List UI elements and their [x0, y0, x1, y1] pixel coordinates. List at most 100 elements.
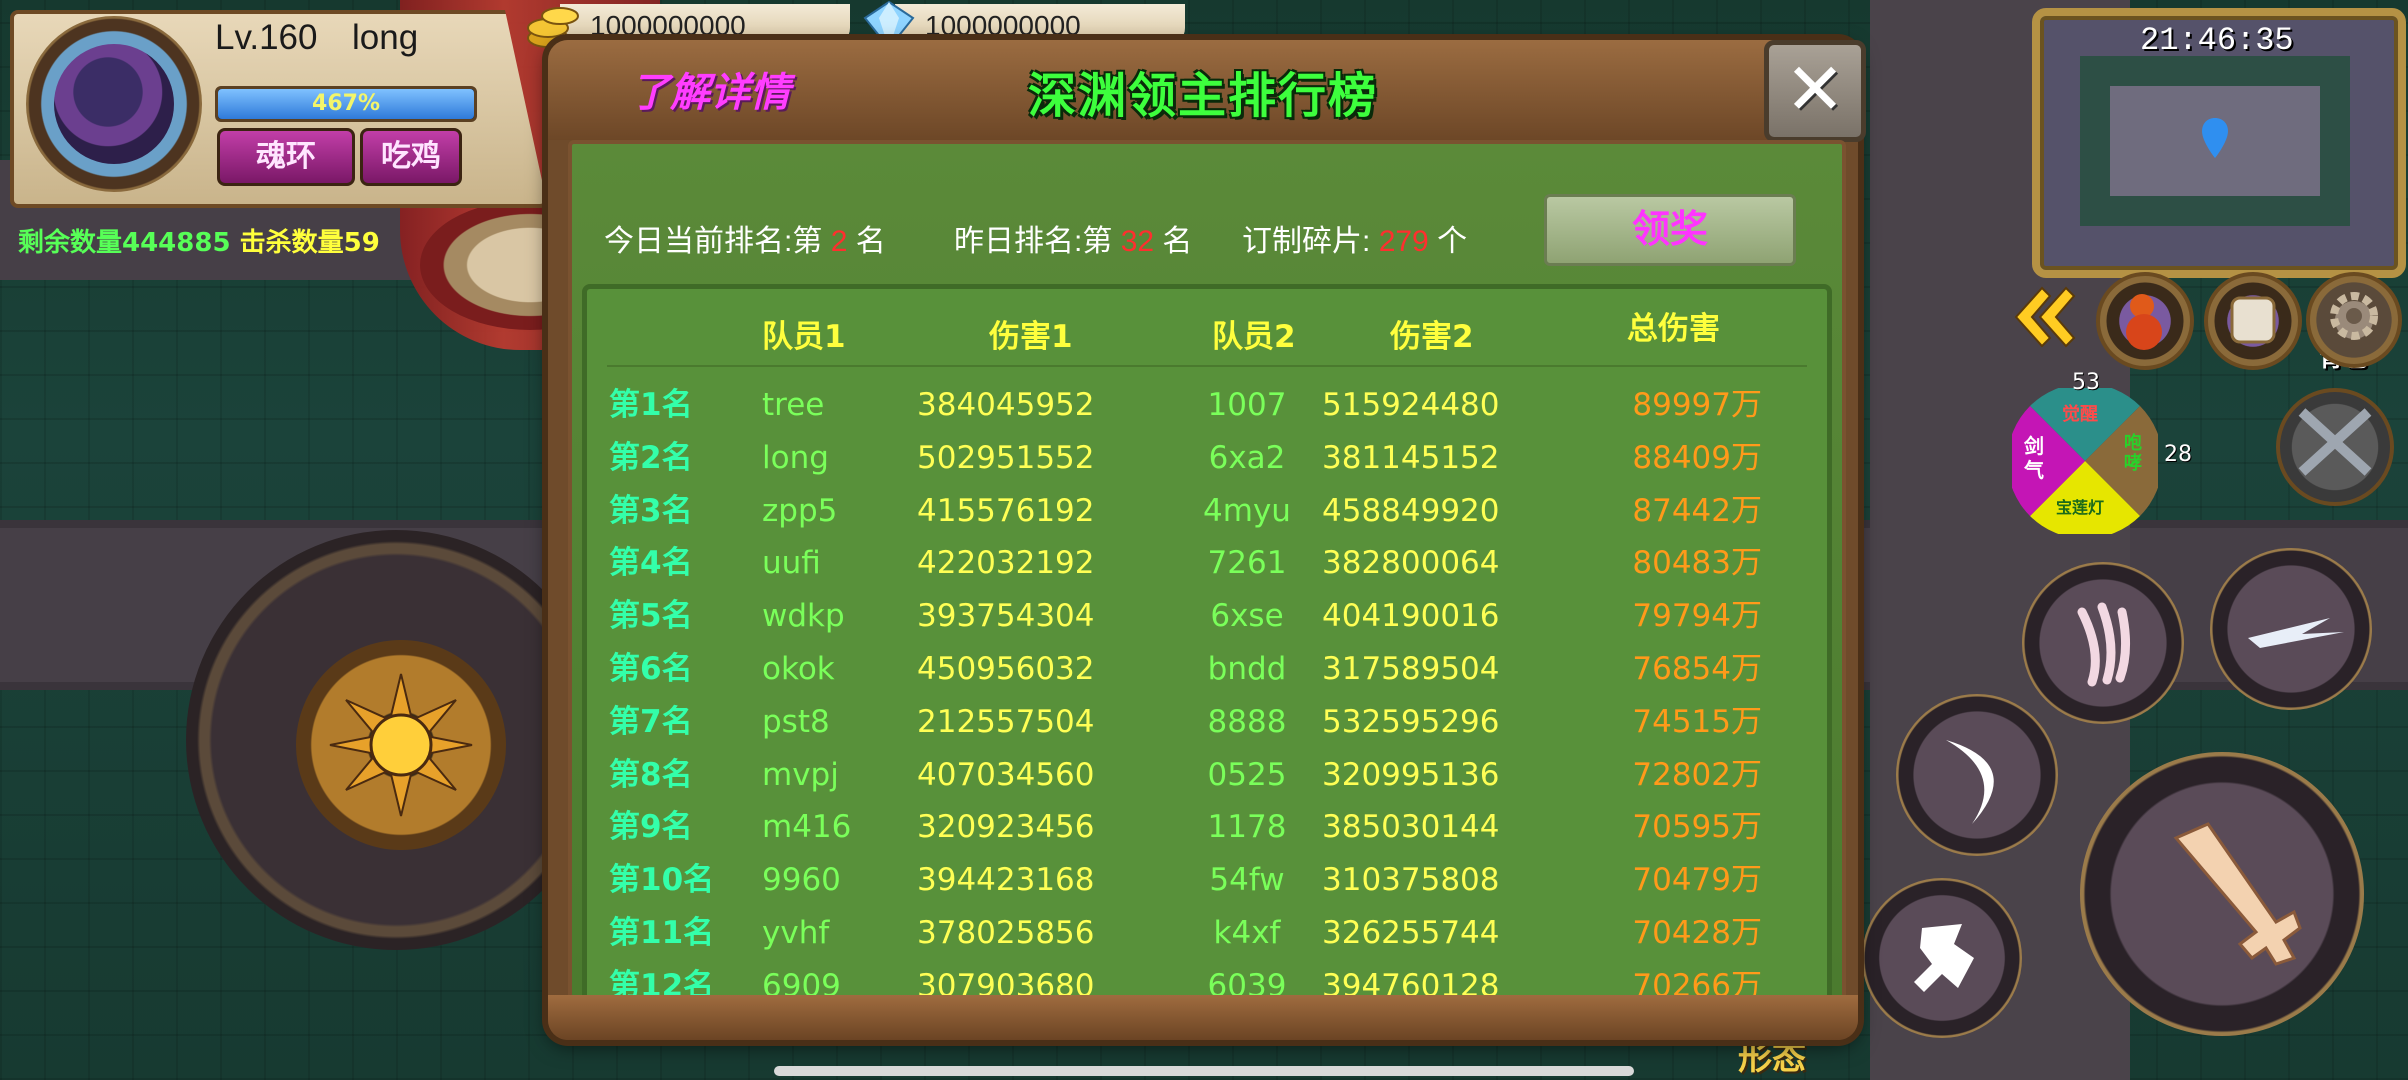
rank-cell: 第10名: [609, 862, 715, 899]
damage2-cell: 326255744: [1322, 915, 1500, 951]
damage2-cell: 404190016: [1322, 598, 1500, 635]
damage2-cell: 385030144: [1322, 809, 1500, 846]
sun-emblem-icon: [329, 673, 473, 817]
member1-cell: uufi: [762, 545, 821, 582]
fragments-prefix: 订制碎片:: [1242, 225, 1371, 258]
member1-cell: tree: [762, 387, 825, 423]
column-header-member1: 队员1: [762, 319, 846, 355]
gear-icon: [2330, 292, 2378, 340]
member1-cell: zpp5: [762, 492, 838, 529]
auto-battle-button[interactable]: 挂机: [2276, 388, 2394, 506]
player-avatar[interactable]: [26, 16, 202, 192]
modal-title: 深渊领主排行榜: [1027, 68, 1378, 124]
total-damage-cell: 70595万: [1632, 809, 1762, 846]
damage1-cell: 378025856: [917, 915, 1095, 951]
damage1-cell: 212557504: [917, 703, 1095, 740]
member2-cell: 54fw: [1209, 862, 1285, 899]
settings-button[interactable]: 设置: [2306, 272, 2402, 368]
today-rank: 今日当前排名:第 2 名: [604, 216, 886, 260]
rank-cell: 第5名: [609, 598, 693, 635]
player-location-marker-icon: [2202, 118, 2228, 158]
table-row: 第7名 pst8 212557504 8888 532595296 74515万: [587, 696, 1827, 749]
rank-cell: 第1名: [609, 387, 693, 423]
player-name: long: [352, 18, 419, 57]
damage2-cell: 320995136: [1322, 756, 1500, 793]
gem-amount: 1000000000: [925, 10, 1081, 41]
settings-label: 设置: [2398, 338, 2408, 373]
damage2-cell: 382800064: [1322, 545, 1500, 582]
table-row: 第11名 yvhf 378025856 k4xf 326255744 70428万: [587, 907, 1827, 960]
joystick-knob[interactable]: [296, 640, 506, 850]
skill-button-sprint[interactable]: [1862, 878, 2022, 1038]
member1-cell: mvpj: [762, 756, 839, 793]
experience-percent: 467%: [312, 91, 380, 116]
total-damage-cell: 80483万: [1632, 545, 1762, 582]
rank-cell: 第3名: [609, 492, 693, 529]
total-damage-cell: 88409万: [1632, 439, 1762, 476]
table-row: 第10名 9960 394423168 54fw 310375808 70479万: [587, 854, 1827, 907]
table-row: 第9名 m416 320923456 1178 385030144 70595万: [587, 801, 1827, 854]
member1-cell: 9960: [762, 862, 841, 899]
skill-button-dash[interactable]: [2210, 548, 2372, 710]
rank-cell: 第7名: [609, 703, 693, 740]
table-row: 第5名 wdkp 393754304 6xse 404190016 79794万: [587, 590, 1827, 643]
member2-cell: 1007: [1207, 387, 1287, 423]
rank-cell: 第11名: [609, 915, 715, 951]
collapse-arrows-icon[interactable]: [2006, 282, 2076, 352]
modal-footer-frame: [548, 995, 1858, 1040]
gourd-button[interactable]: [2096, 272, 2194, 370]
damage1-cell: 320923456: [917, 809, 1095, 846]
sword-icon: [2173, 822, 2302, 966]
wheel-top-count: 53: [2072, 370, 2100, 395]
remaining-count: 剩余数量444885: [18, 228, 231, 258]
member2-cell: k4xf: [1213, 915, 1281, 951]
crossed-swords-icon: [2298, 408, 2372, 476]
kill-count: 击杀数量59: [239, 228, 380, 258]
member1-cell: pst8: [762, 703, 830, 740]
column-header-damage2: 伤害2: [1390, 319, 1474, 355]
today-rank-suffix: 名: [855, 225, 886, 258]
damage1-cell: 393754304: [917, 598, 1095, 635]
chicken-button[interactable]: 吃鸡: [360, 128, 462, 186]
damage2-cell: 458849920: [1322, 492, 1500, 529]
damage2-cell: 515924480: [1322, 387, 1500, 423]
rank-cell: 第9名: [609, 809, 693, 846]
yesterday-rank-value: 32: [1120, 225, 1155, 258]
member2-cell: 6xse: [1210, 598, 1284, 635]
damage1-cell: 502951552: [917, 439, 1095, 476]
member2-cell: 7261: [1207, 545, 1287, 582]
damage1-cell: 384045952: [917, 387, 1095, 423]
today-rank-prefix: 今日当前排名:第: [604, 225, 823, 258]
rank-cell: 第4名: [609, 545, 693, 582]
character-portrait: [54, 44, 174, 164]
damage1-cell: 407034560: [917, 756, 1095, 793]
damage1-cell: 422032192: [917, 545, 1095, 582]
damage2-cell: 310375808: [1322, 862, 1500, 899]
fragments-count: 订制碎片: 279 个: [1242, 216, 1467, 260]
home-indicator[interactable]: [774, 1066, 1634, 1076]
backpack-button[interactable]: 背包: [2204, 272, 2367, 372]
total-damage-cell: 76854万: [1632, 651, 1762, 687]
wheel-awaken-label: 觉醒: [2062, 404, 2098, 425]
skill-button-crescent[interactable]: [1896, 694, 2058, 856]
total-damage-cell: 79794万: [1632, 598, 1762, 635]
wind-dash-icon: [2248, 618, 2344, 648]
today-rank-value: 2: [830, 225, 848, 258]
attack-button[interactable]: [2080, 752, 2364, 1036]
skill-wheel[interactable]: 觉醒 咆哮 宝莲灯 剑气: [2007, 383, 2163, 539]
member2-cell: bndd: [1207, 651, 1287, 687]
fragments-suffix: 个: [1437, 225, 1468, 258]
total-damage-cell: 70428万: [1632, 915, 1762, 951]
crescent-slash-icon: [1946, 740, 1994, 824]
total-damage-cell: 74515万: [1632, 703, 1762, 740]
wheel-roar-label: 咆哮: [2124, 433, 2142, 474]
damage1-cell: 415576192: [917, 492, 1095, 529]
player-level: Lv.160: [215, 18, 318, 57]
experience-bar: 467%: [215, 86, 477, 122]
soul-ring-button[interactable]: 魂环: [217, 128, 355, 186]
close-button[interactable]: ✕: [1764, 40, 1866, 142]
member1-cell: long: [762, 439, 829, 476]
claim-reward-button[interactable]: 领奖: [1544, 194, 1796, 266]
minimap[interactable]: 21:46:35: [2032, 8, 2406, 278]
auto-battle-label: 挂机: [2390, 456, 2408, 505]
